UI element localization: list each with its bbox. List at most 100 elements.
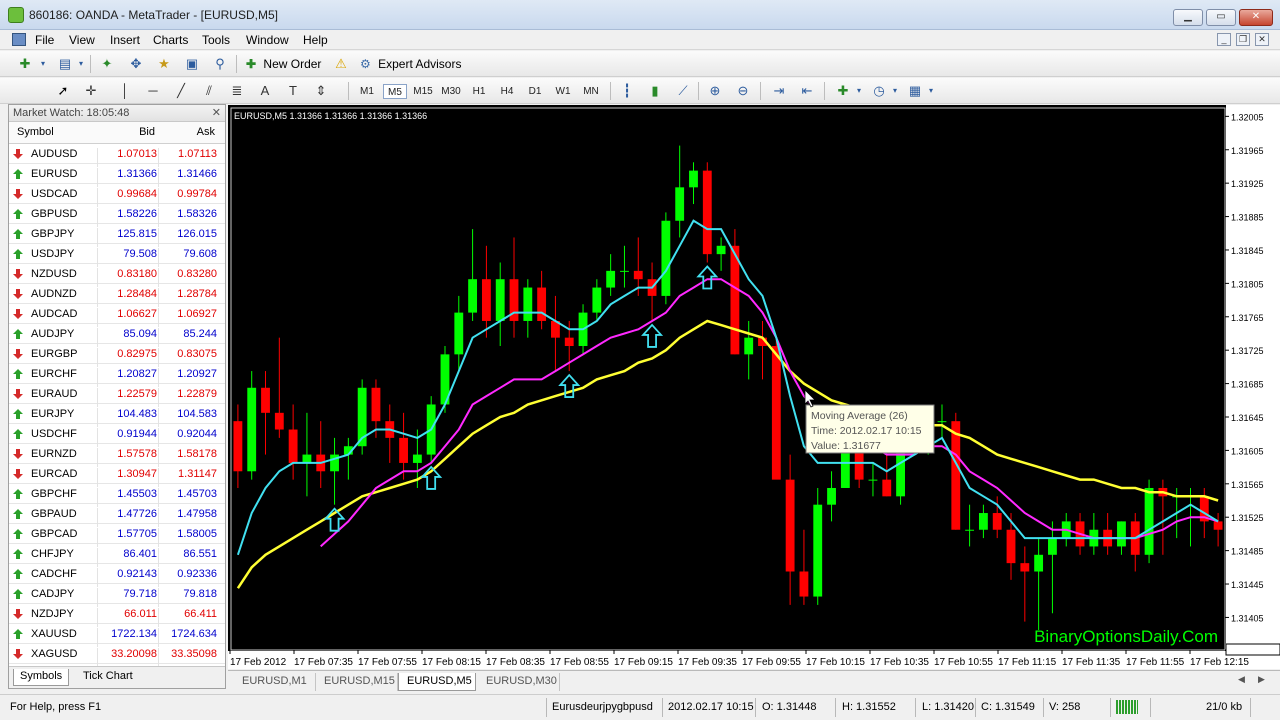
channel-icon[interactable]: ⫽ <box>200 82 218 100</box>
tab-symbols[interactable]: Symbols <box>13 669 70 686</box>
chart-shift-icon[interactable]: ⇤ <box>798 82 816 100</box>
text-icon[interactable]: A <box>256 82 274 100</box>
market-watch-row[interactable]: USDCHF 0.91944 0.92044 <box>9 424 225 447</box>
trendline-icon[interactable]: ╱ <box>172 82 190 100</box>
menu-charts[interactable]: Charts <box>153 33 188 47</box>
menu-insert[interactable]: Insert <box>110 33 140 47</box>
tab-scroll-left-icon[interactable]: ◀ <box>1238 674 1245 685</box>
market-watch-row[interactable]: GBPUSD 1.58226 1.58326 <box>9 204 225 227</box>
fibonacci-icon[interactable]: ≣ <box>228 82 246 100</box>
maximize-button[interactable]: ▭ <box>1206 9 1236 26</box>
connection-status-icon[interactable] <box>1116 700 1138 714</box>
market-watch-row[interactable]: EURAUD 1.22579 1.22879 <box>9 384 225 407</box>
column-ask[interactable]: Ask <box>159 126 215 138</box>
document-icon[interactable] <box>12 33 26 46</box>
timeframe-mn-button[interactable]: MN <box>579 84 603 99</box>
candlestick-icon[interactable]: ▮ <box>646 82 664 100</box>
market-watch-row[interactable]: AUDUSD 1.07013 1.07113 <box>9 144 225 167</box>
market-watch-row[interactable]: XAGUSD 33.20098 33.35098 <box>9 644 225 667</box>
expert-advisors-button[interactable]: ⚙ Expert Advisors <box>360 54 461 74</box>
data-window-icon[interactable]: ✥ <box>127 55 145 73</box>
column-bid[interactable]: Bid <box>99 126 155 138</box>
timeframe-m1-button[interactable]: M1 <box>355 84 379 99</box>
market-watch-icon[interactable]: ✦ <box>98 55 116 73</box>
ask-price: 1.58326 <box>177 208 217 220</box>
menu-view[interactable]: View <box>69 33 95 47</box>
market-watch-row[interactable]: GBPCHF 1.45503 1.45703 <box>9 484 225 507</box>
market-watch-row[interactable]: GBPJPY 125.815 126.015 <box>9 224 225 247</box>
menu-file[interactable]: File <box>35 33 54 47</box>
zoom-out-icon[interactable]: ⊖ <box>734 82 752 100</box>
y-tick-label: 1.31645 <box>1231 413 1264 423</box>
market-watch-row[interactable]: CADCHF 0.92143 0.92336 <box>9 564 225 587</box>
tab-tick-chart[interactable]: Tick Chart <box>77 669 139 686</box>
tab-eurusd-m30[interactable]: EURUSD,M30 <box>478 673 560 691</box>
market-watch-row[interactable]: EURCAD 1.30947 1.31147 <box>9 464 225 487</box>
timeframe-w1-button[interactable]: W1 <box>551 84 575 99</box>
dropdown-arrow-icon[interactable]: ▾ <box>922 82 940 100</box>
dropdown-arrow-icon[interactable]: ▾ <box>886 82 904 100</box>
chart-window[interactable]: 1.32005 1.31965 1.31925 1.31885 1.31845 1.318… <box>228 105 1280 669</box>
timeframe-m5-button[interactable]: M5 <box>383 84 407 99</box>
market-watch-row[interactable]: NZDJPY 66.011 66.411 <box>9 604 225 627</box>
market-watch-row[interactable]: GBPAUD 1.47726 1.47958 <box>9 504 225 527</box>
horizontal-line-icon[interactable]: ─ <box>144 82 162 100</box>
market-watch-row[interactable]: AUDNZD 1.28484 1.28784 <box>9 284 225 307</box>
timeframe-h4-button[interactable]: H4 <box>495 84 519 99</box>
price-chart[interactable]: 1.32005 1.31965 1.31925 1.31885 1.31845 1.318… <box>228 105 1280 669</box>
timeframe-m15-button[interactable]: M15 <box>411 84 435 99</box>
candle-body <box>1006 529 1016 564</box>
timeframe-d1-button[interactable]: D1 <box>523 84 547 99</box>
menu-tools[interactable]: Tools <box>202 33 230 47</box>
navigator-icon[interactable]: ★ <box>155 55 173 73</box>
column-symbol[interactable]: Symbol <box>17 126 54 138</box>
close-icon[interactable]: ✕ <box>212 106 221 119</box>
market-watch-row[interactable]: GBPCAD 1.57705 1.58005 <box>9 524 225 547</box>
cursor-icon[interactable]: ➚ <box>54 82 72 100</box>
strategy-tester-icon[interactable]: ⚲ <box>211 55 229 73</box>
market-watch-row[interactable]: AUDJPY 85.094 85.244 <box>9 324 225 347</box>
market-watch-row[interactable]: EURCHF 1.20827 1.20927 <box>9 364 225 387</box>
mdi-close-button[interactable]: ✕ <box>1255 33 1269 46</box>
close-button[interactable]: ✕ <box>1239 9 1273 26</box>
menu-window[interactable]: Window <box>246 33 289 47</box>
market-watch-row[interactable]: CHFJPY 86.401 86.551 <box>9 544 225 567</box>
candle-body <box>702 170 712 255</box>
arrows-icon[interactable]: ⇕ <box>312 82 330 100</box>
dropdown-arrow-icon[interactable]: ▾ <box>34 55 52 73</box>
new-order-button[interactable]: ✚ New Order <box>246 54 321 74</box>
dropdown-arrow-icon[interactable]: ▾ <box>72 55 90 73</box>
vertical-line-icon[interactable]: │ <box>116 82 134 100</box>
market-watch-row[interactable]: USDCAD 0.99684 0.99784 <box>9 184 225 207</box>
timeframe-m30-button[interactable]: M30 <box>439 84 463 99</box>
market-watch-row[interactable]: EURNZD 1.57578 1.58178 <box>9 444 225 467</box>
tab-eurusd-m15[interactable]: EURUSD,M15 <box>316 673 398 691</box>
market-watch-row[interactable]: NZDUSD 0.83180 0.83280 <box>9 264 225 287</box>
market-watch-row[interactable]: EURGBP 0.82975 0.83075 <box>9 344 225 367</box>
new-chart-icon[interactable]: ✚ <box>16 55 34 73</box>
mdi-minimize-button[interactable]: _ <box>1217 33 1231 46</box>
line-chart-icon[interactable]: ⟋ <box>674 82 692 100</box>
market-watch-row[interactable]: XAUUSD 1722.134 1724.634 <box>9 624 225 647</box>
x-tick-label: 17 Feb 09:55 <box>742 657 801 668</box>
minimize-button[interactable]: ▁ <box>1173 9 1203 26</box>
dropdown-arrow-icon[interactable]: ▾ <box>850 82 868 100</box>
terminal-icon[interactable]: ▣ <box>183 55 201 73</box>
bar-chart-icon[interactable]: ┇ <box>618 82 636 100</box>
mdi-restore-button[interactable]: ❐ <box>1236 33 1250 46</box>
text-label-icon[interactable]: T <box>284 82 302 100</box>
timeframe-h1-button[interactable]: H1 <box>467 84 491 99</box>
market-watch-row[interactable]: CADJPY 79.718 79.818 <box>9 584 225 607</box>
tab-eurusd-m1[interactable]: EURUSD,M1 <box>234 673 316 691</box>
market-watch-row[interactable]: AUDCAD 1.06627 1.06927 <box>9 304 225 327</box>
tab-eurusd-m5[interactable]: EURUSD,M5 <box>398 673 476 691</box>
market-watch-row[interactable]: EURJPY 104.483 104.583 <box>9 404 225 427</box>
autoscroll-icon[interactable]: ⇥ <box>770 82 788 100</box>
market-watch-row[interactable]: EURUSD 1.31366 1.31466 <box>9 164 225 187</box>
market-watch-row[interactable]: USDJPY 79.508 79.608 <box>9 244 225 267</box>
warning-icon[interactable]: ⚠ <box>332 55 350 73</box>
zoom-in-icon[interactable]: ⊕ <box>706 82 724 100</box>
menu-help[interactable]: Help <box>303 33 328 47</box>
tab-scroll-right-icon[interactable]: ▶ <box>1258 674 1265 685</box>
crosshair-icon[interactable]: ✛ <box>82 82 100 100</box>
